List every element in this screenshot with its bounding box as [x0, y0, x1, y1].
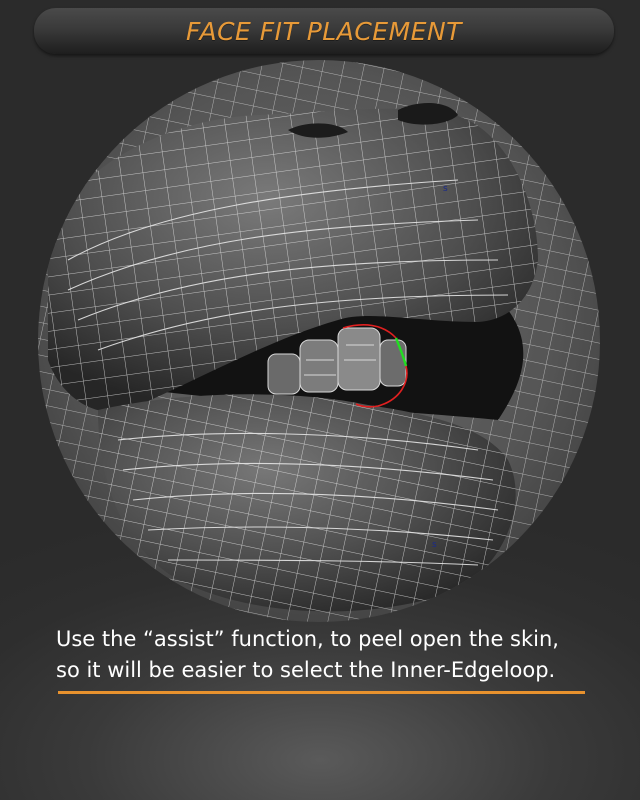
tutorial-page: FACE FIT PLACEMENT s s Use the “assist” …: [0, 0, 640, 800]
vertex-marker: s: [443, 184, 448, 194]
caption-line: Use the “assist” function, to peel open …: [56, 627, 559, 651]
title-bar: FACE FIT PLACEMENT: [34, 8, 614, 54]
caption-line: so it will be easier to select the Inner…: [56, 658, 556, 682]
lip-wireframe-render: s s: [38, 60, 600, 622]
vertex-marker: s: [432, 540, 437, 550]
lower-lip-wire: [98, 394, 516, 612]
caption-underline: [58, 691, 585, 694]
render-clip-group: [38, 60, 600, 622]
caption: Use the “assist” function, to peel open …: [56, 624, 596, 686]
page-title: FACE FIT PLACEMENT: [186, 16, 462, 46]
